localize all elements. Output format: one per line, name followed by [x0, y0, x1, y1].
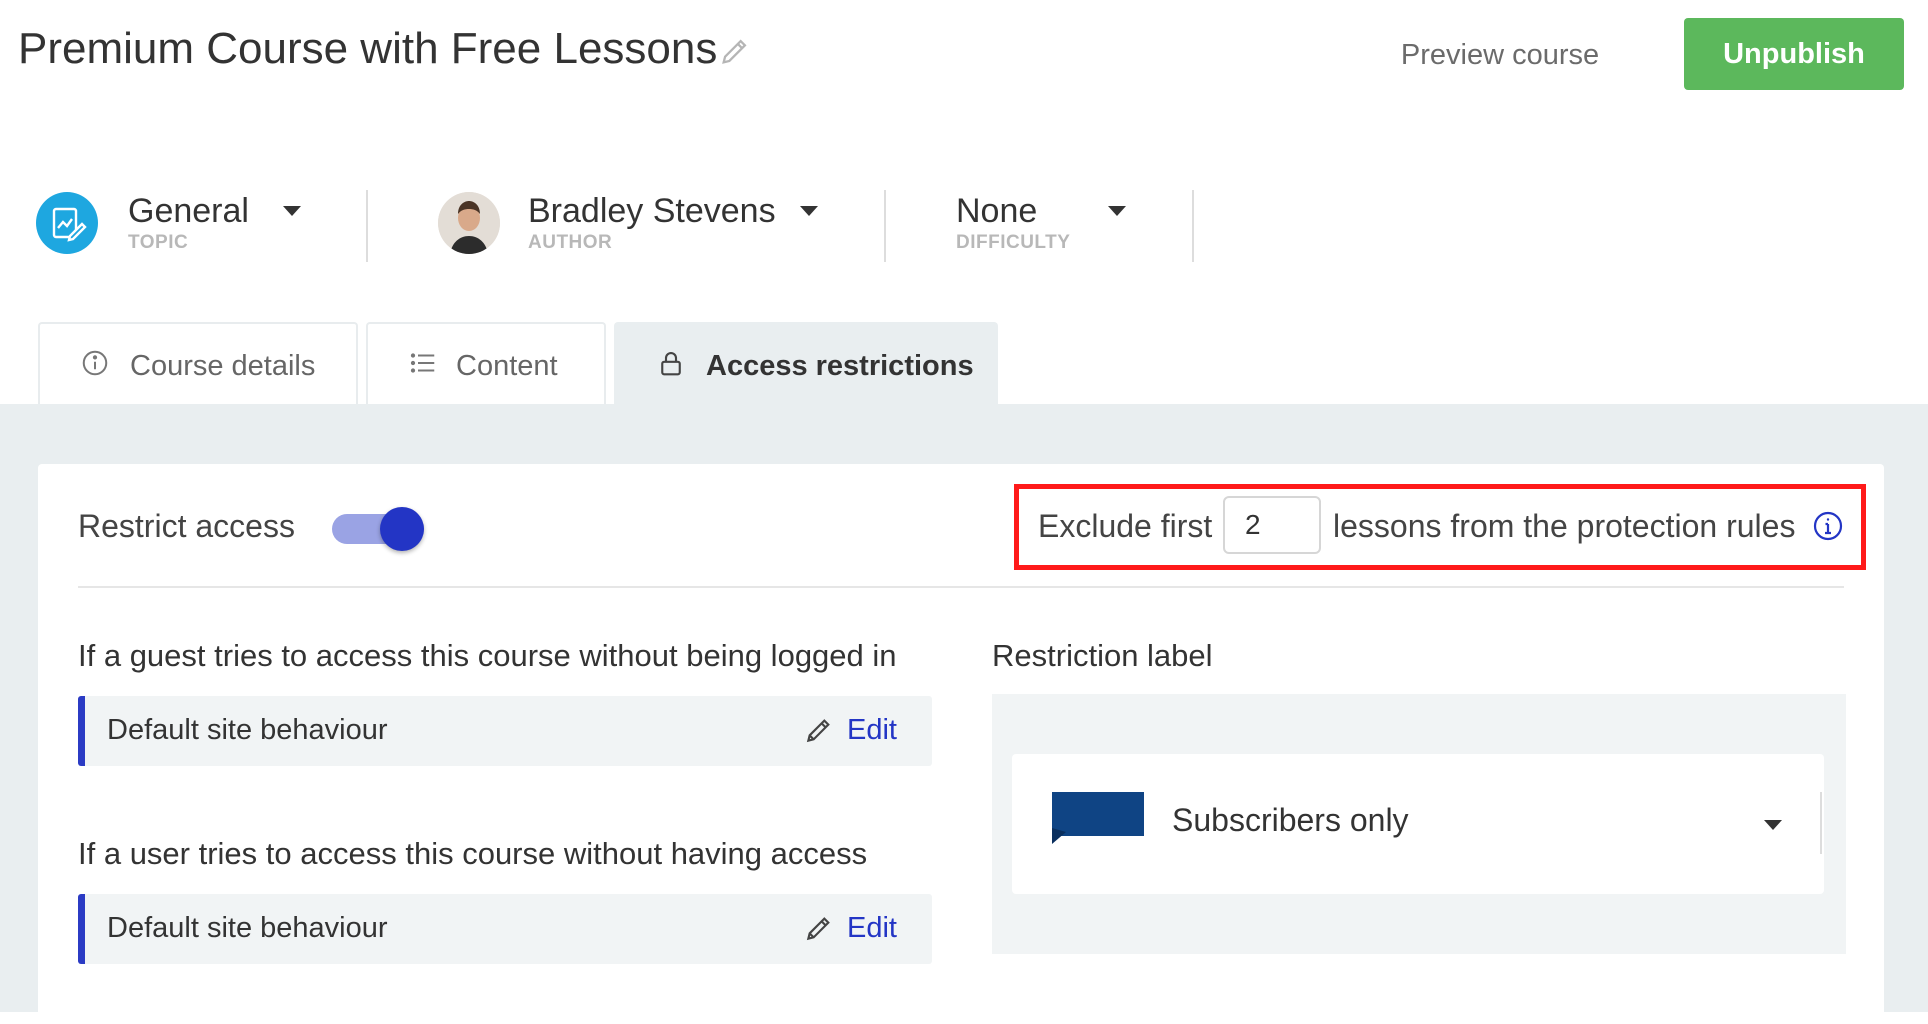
edit-link-label: Edit: [847, 714, 897, 746]
edit-link-label: Edit: [847, 912, 897, 944]
chevron-down-icon: [800, 206, 818, 216]
preview-course-button[interactable]: Preview course: [1380, 34, 1620, 76]
restrict-access-toggle[interactable]: [332, 507, 424, 551]
tab-label: Content: [456, 350, 558, 382]
guest-behaviour-box: Default site behaviour Edit: [78, 696, 932, 766]
exclude-suffix-label: lessons from the protection rules: [1333, 508, 1796, 544]
topic-icon: [36, 192, 98, 254]
page-title: Premium Course with Free Lessons: [18, 24, 718, 73]
tab-label: Access restrictions: [706, 350, 974, 382]
list-icon: [408, 348, 438, 378]
restriction-label-select[interactable]: Subscribers only: [1012, 754, 1824, 894]
lock-icon: [656, 348, 686, 378]
pencil-icon[interactable]: [718, 34, 752, 68]
divider: [1820, 792, 1822, 854]
exclude-prefix-label: Exclude first: [1038, 508, 1213, 544]
author-label: AUTHOR: [528, 232, 613, 253]
divider: [884, 190, 886, 262]
toggle-knob: [380, 507, 424, 551]
chevron-down-icon: [1764, 820, 1782, 830]
pencil-icon: [803, 714, 835, 746]
divider: [78, 586, 1844, 588]
difficulty-label: DIFFICULTY: [956, 232, 1071, 253]
pencil-icon: [803, 912, 835, 944]
user-behaviour-box: Default site behaviour Edit: [78, 894, 932, 964]
info-icon[interactable]: [1812, 510, 1844, 542]
guest-heading: If a guest tries to access this course w…: [78, 638, 897, 673]
guest-behaviour-value: Default site behaviour: [107, 714, 388, 746]
info-circle-icon: [80, 348, 110, 378]
restrict-access-label: Restrict access: [78, 508, 295, 544]
author-value: Bradley Stevens: [528, 192, 776, 230]
unpublish-button[interactable]: Unpublish: [1684, 18, 1904, 90]
topic-label: TOPIC: [128, 232, 189, 253]
label-flag-icon: [1052, 792, 1144, 844]
topic-selector[interactable]: General TOPIC: [128, 188, 308, 264]
divider: [366, 190, 368, 262]
chevron-down-icon: [1108, 206, 1126, 216]
difficulty-value: None: [956, 192, 1038, 230]
user-behaviour-value: Default site behaviour: [107, 912, 388, 944]
restriction-label-heading: Restriction label: [992, 638, 1213, 673]
restriction-value: Subscribers only: [1172, 802, 1409, 838]
user-heading: If a user tries to access this course wi…: [78, 836, 868, 871]
chevron-down-icon: [283, 206, 301, 216]
tab-content[interactable]: Content: [366, 322, 606, 404]
avatar: [438, 192, 500, 254]
tab-access-restrictions[interactable]: Access restrictions: [614, 322, 998, 404]
topic-value: General: [128, 192, 249, 230]
exclude-lessons-input[interactable]: [1223, 496, 1321, 554]
divider: [1192, 190, 1194, 262]
author-selector[interactable]: Bradley Stevens AUTHOR: [528, 188, 828, 264]
difficulty-selector[interactable]: None DIFFICULTY: [956, 188, 1136, 264]
tab-course-details[interactable]: Course details: [38, 322, 358, 404]
tab-label: Course details: [130, 350, 316, 382]
